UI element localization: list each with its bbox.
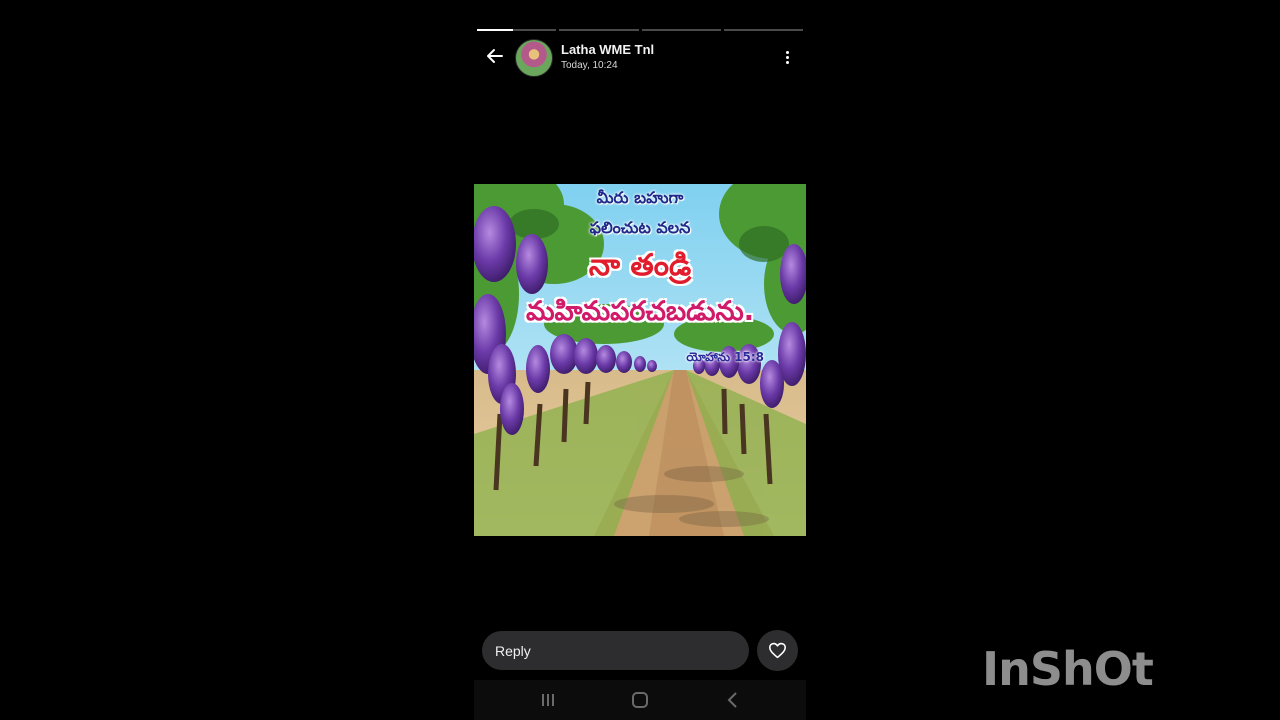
story-header: Latha WME Tnl Today, 10:24 — [474, 38, 806, 77]
user-name[interactable]: Latha WME Tnl — [561, 42, 654, 57]
like-button[interactable] — [757, 630, 798, 671]
story-text-line-2: ఫలించుట వలన — [589, 218, 691, 237]
home-icon — [632, 692, 648, 708]
reply-placeholder: Reply — [495, 643, 531, 659]
progress-segment — [477, 29, 557, 31]
progress-segment — [559, 29, 639, 31]
story-text-line-3: నా తండ్రి — [588, 248, 692, 283]
story-image[interactable]: మీరు బహుగా ఫలించుట వలన నా తండ్రి మహిమపరచ… — [474, 184, 806, 536]
progress-segment — [723, 29, 803, 31]
more-options-button[interactable] — [780, 47, 794, 67]
story-timestamp: Today, 10:24 — [561, 60, 618, 71]
verse-reference: యోహాను 15:8 — [686, 350, 764, 364]
story-text-line-4: మహిమపరచబడును. — [525, 296, 755, 327]
recents-button[interactable] — [537, 690, 559, 710]
arrow-left-icon — [487, 49, 503, 63]
more-vertical-icon — [785, 50, 789, 64]
back-button[interactable] — [484, 45, 506, 67]
recents-icon — [542, 694, 554, 706]
story-text-line-1: మీరు బహుగా — [596, 188, 684, 207]
progress-segment — [641, 29, 721, 31]
progress-fill — [477, 29, 513, 31]
inshot-watermark: InShOt — [982, 642, 1154, 696]
avatar[interactable] — [515, 39, 553, 77]
nav-back-button[interactable] — [722, 690, 744, 710]
heart-outline-icon — [769, 642, 786, 659]
story-viewer: Latha WME Tnl Today, 10:24 మీరు బహుగా ఫల… — [474, 0, 806, 720]
chevron-left-icon — [727, 692, 737, 708]
story-progress — [477, 29, 803, 31]
system-nav-bar — [474, 680, 806, 720]
home-button[interactable] — [629, 690, 651, 710]
reply-input[interactable]: Reply — [482, 631, 749, 670]
